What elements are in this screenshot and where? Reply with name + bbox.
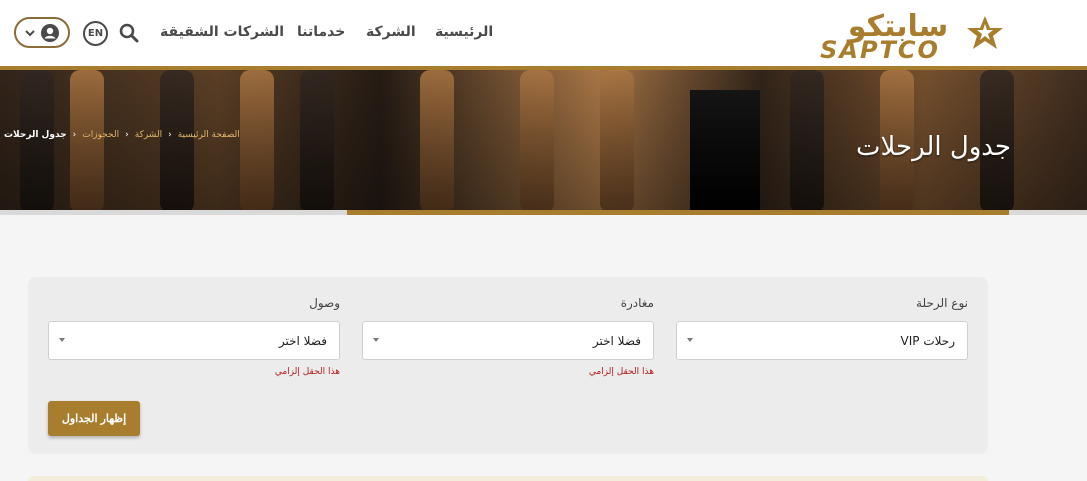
top-header: سابتكو SAPTCO الرئيسية الشركة خدماتنا ال…	[0, 0, 1087, 66]
breadcrumb-current: جدول الرحلات	[4, 130, 67, 140]
user-menu-button[interactable]	[14, 17, 70, 48]
departure-error: هذا الحقل إلزامي	[588, 367, 654, 377]
hero-progress-fill	[347, 210, 1009, 215]
dropdown-caret-icon	[687, 338, 693, 342]
arrival-label: وصول	[309, 296, 340, 310]
schedule-form-card: نوع الرحلة رحلات VIP مغادرة فضلا اختر هذ…	[28, 277, 988, 454]
search-icon	[119, 23, 139, 43]
logo-star-icon	[967, 16, 1003, 49]
trip-type-value: رحلات VIP	[900, 334, 955, 348]
user-icon	[41, 23, 59, 42]
trip-type-select[interactable]: رحلات VIP	[676, 321, 968, 360]
breadcrumb-company[interactable]: الشركة	[135, 130, 162, 140]
breadcrumb-separator-icon: ‹	[72, 130, 77, 140]
nav-sister-companies[interactable]: الشركات الشقيقة	[160, 24, 284, 40]
departure-label: مغادرة	[620, 296, 654, 310]
page-title: جدول الرحلات	[856, 132, 1011, 162]
arrival-value: فضلا اختر	[278, 334, 327, 348]
breadcrumb-separator-icon: ‹	[125, 130, 129, 140]
show-schedules-button[interactable]: إظهار الجداول	[48, 401, 140, 436]
arrival-error: هذا الحقل إلزامي	[274, 367, 340, 377]
arrival-select[interactable]: فضلا اختر	[48, 321, 340, 360]
chevron-down-icon	[25, 29, 35, 36]
breadcrumb-home[interactable]: الصفحة الرئيسية	[178, 130, 240, 140]
dropdown-caret-icon	[373, 338, 379, 342]
search-button[interactable]	[118, 22, 140, 44]
results-panel-top	[28, 476, 988, 481]
breadcrumb-bookings[interactable]: الحجوزات	[82, 130, 119, 140]
nav-services[interactable]: خدماتنا	[297, 24, 345, 40]
hero-banner: جدول الرحلات جدول الرحلات ‹ الحجوزات ‹ ا…	[0, 70, 1087, 213]
departure-value: فضلا اختر	[592, 334, 641, 348]
breadcrumb-separator-icon: ‹	[168, 130, 172, 140]
language-toggle[interactable]: EN	[83, 21, 108, 46]
logo-latin-text: SAPTCO	[820, 36, 940, 62]
breadcrumb: جدول الرحلات ‹ الحجوزات ‹ الشركة ‹ الصفح…	[4, 130, 240, 140]
dropdown-caret-icon	[59, 338, 65, 342]
trip-type-label: نوع الرحلة	[916, 296, 968, 310]
nav-home[interactable]: الرئيسية	[435, 24, 493, 40]
departure-select[interactable]: فضلا اختر	[362, 321, 654, 360]
saptco-logo[interactable]: سابتكو SAPTCO	[780, 6, 1010, 62]
hero-progress-bar	[0, 210, 1087, 215]
nav-company[interactable]: الشركة	[366, 24, 416, 40]
